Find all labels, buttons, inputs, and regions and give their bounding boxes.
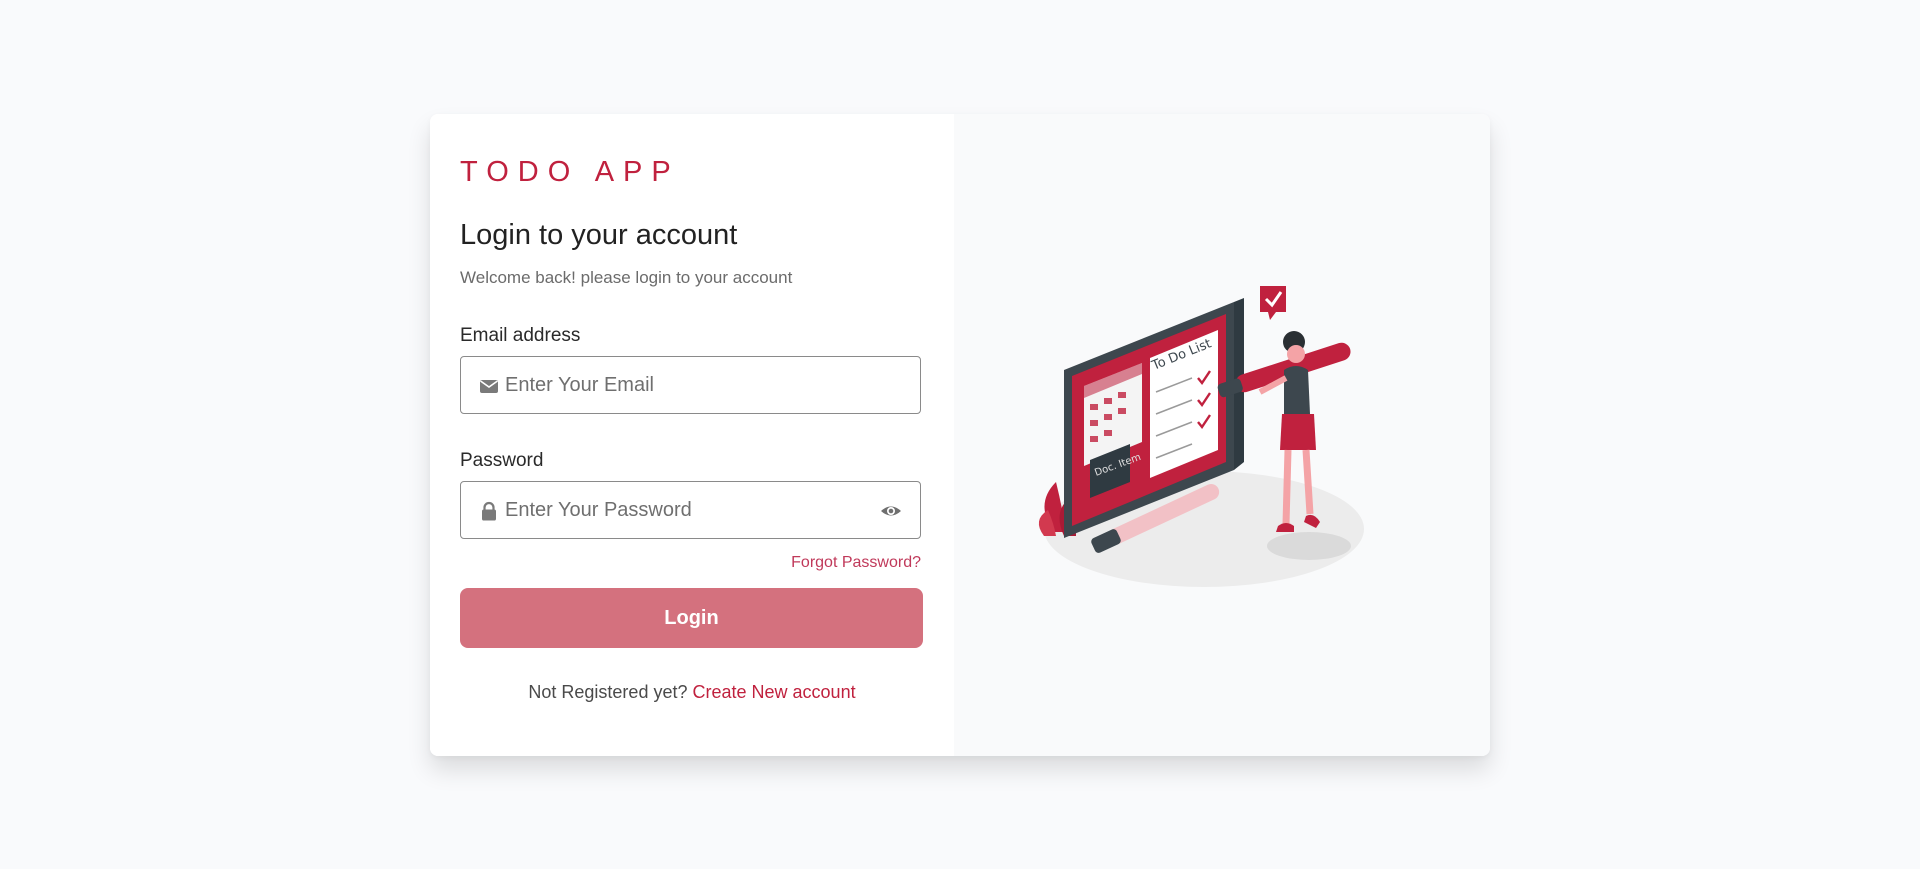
register-prompt-text: Not Registered yet?	[528, 682, 688, 702]
envelope-icon	[479, 376, 499, 396]
eye-icon[interactable]	[880, 502, 902, 520]
email-field[interactable]	[460, 356, 921, 414]
create-account-link[interactable]: Create New account	[693, 682, 856, 702]
lock-icon	[479, 501, 499, 521]
login-card: TODO APP Login to your account Welcome b…	[430, 114, 1490, 756]
password-input[interactable]	[505, 482, 865, 538]
password-label: Password	[460, 450, 544, 471]
todo-list-illustration: Doc. Item To Do List	[1038, 286, 1364, 587]
password-field[interactable]	[460, 481, 921, 539]
illustration-panel: Doc. Item To Do List	[954, 114, 1490, 756]
login-button[interactable]: Login	[460, 588, 923, 648]
app-logo-text: TODO APP	[460, 156, 680, 188]
page-subtitle: Welcome back! please login to your accou…	[460, 268, 793, 287]
email-input[interactable]	[505, 357, 865, 413]
forgot-password-link[interactable]: Forgot Password?	[791, 554, 921, 572]
register-prompt: Not Registered yet? Create New account	[430, 682, 954, 703]
login-panel: TODO APP Login to your account Welcome b…	[430, 114, 954, 756]
page-title: Login to your account	[460, 219, 738, 251]
email-label: Email address	[460, 325, 581, 346]
